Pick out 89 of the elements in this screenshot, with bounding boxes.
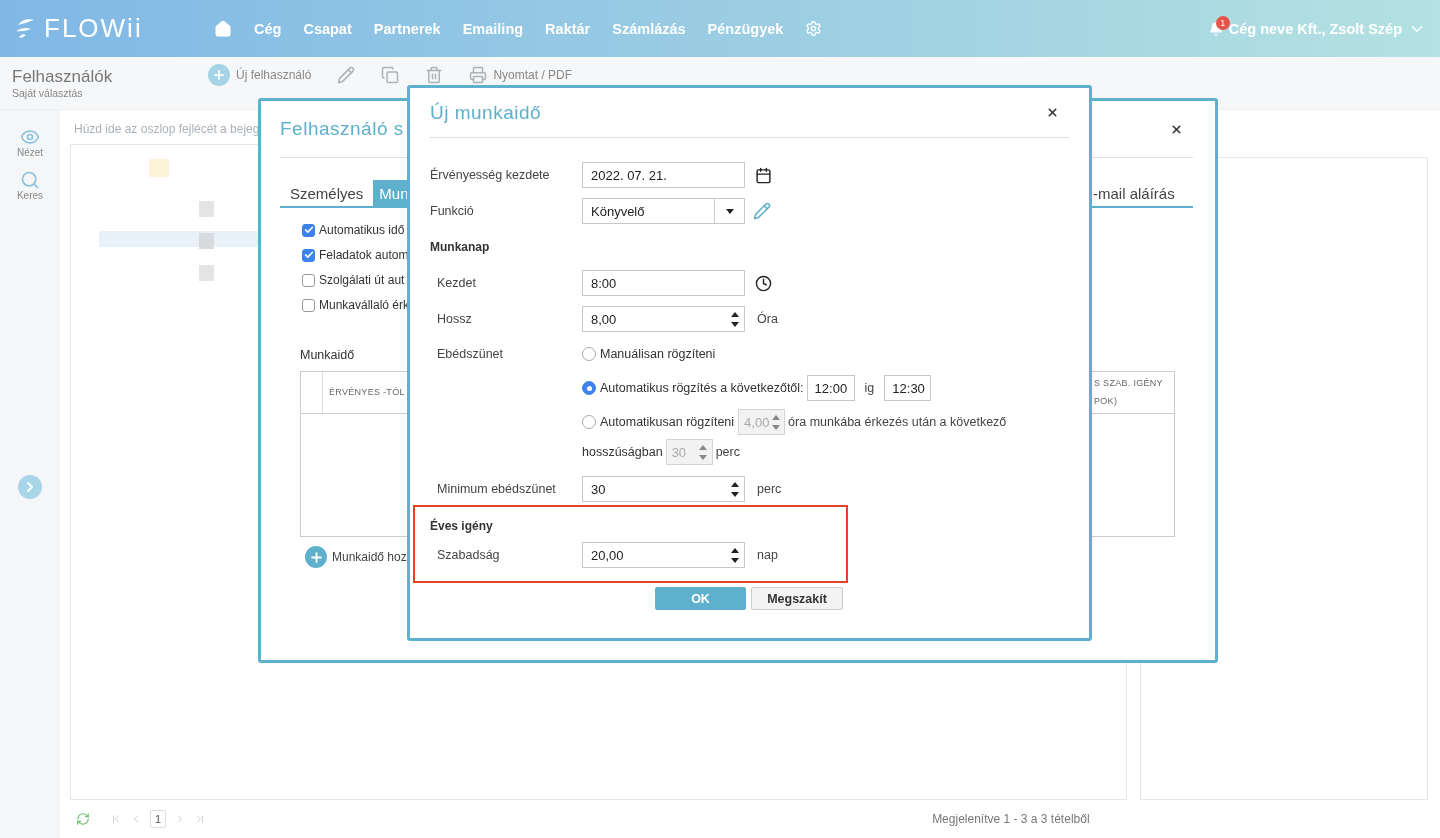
delete-button[interactable]	[425, 66, 444, 84]
checkbox[interactable]	[302, 273, 315, 287]
unit-label: Óra	[757, 312, 778, 326]
nav-link[interactable]: Csapat	[303, 20, 352, 37]
close-button[interactable]	[1170, 122, 1183, 136]
edit-icon[interactable]	[753, 202, 771, 220]
unit-label: perc	[715, 445, 740, 459]
edit-icon	[337, 66, 356, 84]
option-text: óra munkába érkezés után a következő	[788, 415, 1007, 429]
rail-button[interactable]: Nézet	[16, 127, 44, 158]
unit-label: nap	[757, 548, 778, 562]
time-field[interactable]: 8:00	[582, 270, 745, 296]
home-icon[interactable]	[214, 19, 232, 38]
dialog-title: Felhasználó s	[280, 118, 404, 140]
search-icon	[20, 170, 40, 190]
option-text: hosszúságban	[582, 445, 663, 459]
number-field[interactable]: 20,00	[582, 542, 745, 568]
checkbox[interactable]	[302, 298, 315, 312]
print-button[interactable]: Nyomtat / PDF	[469, 66, 573, 84]
refresh-icon[interactable]	[76, 812, 90, 826]
field-label: Kezdet	[437, 276, 476, 290]
option-label: Automatikusan rögzíteni	[600, 415, 735, 429]
eye-icon	[20, 127, 40, 147]
column-header: ÉRVÉNYES -TÓL	[329, 385, 405, 399]
time-field[interactable]: 12:30	[884, 375, 932, 401]
field-label: Funkció	[430, 204, 474, 218]
nav-link[interactable]: Raktár	[545, 20, 591, 37]
cancel-button[interactable]: Megszakít	[751, 587, 843, 610]
number-field[interactable]: 8,00	[582, 306, 745, 332]
minutes-field[interactable]: 30	[665, 439, 713, 465]
trash-icon	[425, 66, 444, 84]
option-label: Automatikus rögzítés a következőtől:	[600, 381, 804, 395]
field-label: Minimum ebédszünet	[437, 482, 556, 496]
unit-label: perc	[757, 482, 782, 496]
section-heading: Munkanap	[430, 240, 490, 254]
plus-icon	[305, 546, 327, 568]
copy-button[interactable]	[381, 66, 400, 84]
field-label: Szabadság	[437, 548, 500, 562]
option-label: Manuálisan rögzíteni	[600, 347, 716, 361]
pager-summary: Megjelenítve 1 - 3 a 3 tételből	[932, 812, 1090, 826]
section-label: Munkaidő	[300, 348, 355, 362]
nav-link[interactable]: Emailing	[462, 20, 524, 37]
radio-button[interactable]	[582, 415, 596, 429]
field-label: Ebédszünet	[437, 346, 504, 361]
checkbox[interactable]	[302, 223, 315, 237]
between-label: ig	[864, 381, 875, 395]
printer-icon	[469, 66, 488, 84]
edit-button[interactable]	[337, 66, 356, 84]
radio-button[interactable]	[582, 381, 596, 395]
field-label: Hossz	[437, 312, 472, 326]
number-field[interactable]: 30	[582, 476, 745, 502]
ok-button[interactable]: OK	[655, 587, 746, 610]
page-title: Felhasználók	[12, 67, 113, 87]
clock-icon[interactable]	[755, 274, 772, 292]
section-heading: Éves igény	[430, 519, 493, 533]
radio-button[interactable]	[582, 347, 596, 361]
checkbox[interactable]	[302, 248, 315, 262]
tab[interactable]: Személyes	[280, 180, 374, 206]
add-worktime-button[interactable]: Munkaidő hoz	[305, 546, 407, 568]
option-label: Szolgálati út aut	[319, 273, 405, 287]
nav-link[interactable]: Partnerek	[373, 20, 441, 37]
spinner-icon[interactable]	[728, 547, 742, 563]
close-button[interactable]	[1046, 106, 1059, 119]
field-label: Érvényesség kezdete	[430, 168, 550, 182]
function-select[interactable]: Könyvelő	[582, 198, 745, 224]
copy-icon	[381, 66, 400, 84]
column-header: S SZAB. IGÉNY POK)	[1094, 377, 1164, 408]
option-label: Automatikus idő	[319, 223, 405, 237]
add-icon	[208, 64, 230, 86]
calendar-icon[interactable]	[755, 166, 772, 184]
date-field[interactable]: 2022. 07. 21.	[582, 162, 745, 188]
time-field[interactable]: 12:00	[806, 375, 855, 401]
expand-button[interactable]	[18, 475, 42, 499]
nav-link[interactable]: Cég	[254, 20, 282, 37]
tab[interactable]: -mail aláírás	[1093, 180, 1175, 206]
dialog-title: Új munkaidő	[430, 101, 542, 124]
logo-text: FLOWii	[44, 13, 143, 44]
first-page-icon[interactable]	[110, 813, 122, 825]
add-button[interactable]: Új felhasználó	[208, 64, 312, 86]
spinner-icon[interactable]	[728, 481, 742, 497]
caret-icon[interactable]	[725, 208, 734, 214]
rail-button[interactable]: Keres	[16, 170, 44, 201]
page-subtitle: Saját választás	[12, 87, 83, 99]
nav-link[interactable]: Számlázás	[612, 20, 686, 37]
settings-icon[interactable]	[805, 20, 823, 37]
notification-badge: 1	[1215, 15, 1230, 30]
hours-field[interactable]: 4,00	[738, 409, 786, 435]
spinner-icon[interactable]	[728, 311, 742, 327]
page-number[interactable]: 1	[150, 810, 167, 828]
